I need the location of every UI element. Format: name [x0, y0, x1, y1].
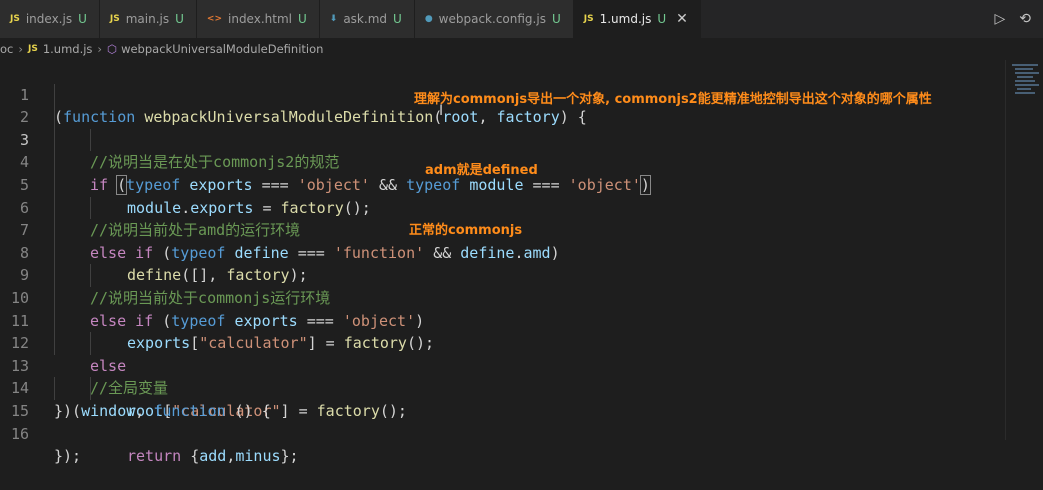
minimap-line	[1015, 80, 1035, 82]
breadcrumb: oc › JS 1.umd.js › ⬡ webpackUniversalMod…	[0, 38, 1043, 60]
code-line: 7 define([], factory);	[0, 196, 1005, 284]
tab-webpack-config[interactable]: ● webpack.config.js U	[414, 0, 574, 38]
tab-label: index.html	[228, 12, 292, 26]
code-token: });	[54, 447, 82, 466]
js-file-icon: JS	[583, 14, 594, 24]
code-line: 9 else if (typeof exports === 'object')	[0, 241, 1005, 330]
annotation-commonjs2: 理解为commonjs导出一个对象, commonjs2能更精准地控制导出这个对…	[414, 92, 932, 107]
minimap-line	[1015, 84, 1039, 86]
run-icon[interactable]: ▷	[994, 11, 1005, 27]
tab-status: U	[175, 12, 184, 26]
code-line: 12 //全局变量	[0, 309, 1005, 397]
breadcrumb-symbol[interactable]: webpackUniversalModuleDefinition	[121, 42, 323, 56]
code-line: 3 if (typeof exports === 'object' && typ…	[0, 106, 1005, 195]
minimap-line	[1012, 64, 1038, 66]
tab-status: U	[78, 12, 87, 26]
tab-index-js[interactable]: JS index.js U	[0, 0, 100, 38]
symbol-function-icon: ⬡	[107, 42, 118, 56]
tab-label: ask.md	[343, 12, 388, 26]
code-token: };	[280, 447, 299, 466]
close-icon[interactable]: ✕	[676, 11, 688, 27]
markdown-file-icon: ⬇	[329, 14, 338, 24]
code-line: 1 (function webpackUniversalModuleDefini…	[0, 61, 1005, 127]
tab-label: 1.umd.js	[599, 12, 652, 26]
code-editor[interactable]: 1 (function webpackUniversalModuleDefini…	[0, 61, 1005, 466]
js-file-icon: JS	[109, 14, 120, 24]
tab-label: webpack.config.js	[438, 12, 546, 26]
tab-1-umd-js[interactable]: JS 1.umd.js U ✕	[573, 0, 701, 38]
code-token: minus	[235, 447, 281, 466]
js-file-icon: JS	[10, 14, 20, 24]
breadcrumb-file[interactable]: 1.umd.js	[43, 42, 93, 56]
line-number: 16	[10, 424, 29, 443]
minimap-line	[1017, 76, 1033, 78]
code-line: 10 exports["calculator"] = factory();	[0, 264, 1005, 352]
minimap-line	[1017, 88, 1031, 90]
code-line: 16 });	[0, 400, 1005, 466]
code-token: add	[199, 447, 227, 466]
code-token: return	[127, 447, 182, 466]
js-file-icon: JS	[27, 44, 38, 54]
annotation-commonjs: 正常的commonjs	[409, 223, 523, 238]
minimap-line	[1015, 68, 1033, 70]
breadcrumb-folder[interactable]: oc	[0, 42, 13, 56]
tab-status: U	[297, 12, 307, 26]
minimap[interactable]	[1005, 60, 1043, 440]
tab-status: U	[551, 12, 561, 26]
tab-bar: JS index.js U JS main.js U <> index.html…	[0, 0, 1043, 38]
code-line: 11 else	[0, 286, 1005, 375]
annotation-amd: adm就是defined	[425, 163, 538, 178]
chevron-right-icon: ›	[97, 42, 103, 56]
webpack-file-icon: ●	[424, 14, 433, 24]
code-line: 13 root["calculator"] = factory();	[0, 332, 1005, 420]
html-file-icon: <>	[206, 14, 222, 24]
code-line: 15 return {add,minus};	[0, 377, 1005, 465]
tab-status: U	[393, 12, 402, 26]
editor-actions: ▷ ⟲	[994, 0, 1043, 38]
tab-label: index.js	[25, 12, 73, 26]
code-line: 4 module.exports = factory();	[0, 128, 1005, 217]
tab-ask-md[interactable]: ⬇ ask.md U	[319, 0, 415, 38]
minimap-line	[1015, 72, 1039, 74]
code-line: 14 })(window, function () {	[0, 355, 1005, 420]
minimap-line	[1015, 92, 1035, 94]
tab-main-js[interactable]: JS main.js U	[99, 0, 197, 38]
compare-changes-icon[interactable]: ⟲	[1019, 11, 1031, 27]
tab-status: U	[657, 12, 667, 26]
tab-index-html[interactable]: <> index.html U	[196, 0, 320, 38]
chevron-right-icon: ›	[18, 42, 23, 56]
tab-label: main.js	[125, 12, 170, 26]
code-token: {	[190, 447, 200, 466]
